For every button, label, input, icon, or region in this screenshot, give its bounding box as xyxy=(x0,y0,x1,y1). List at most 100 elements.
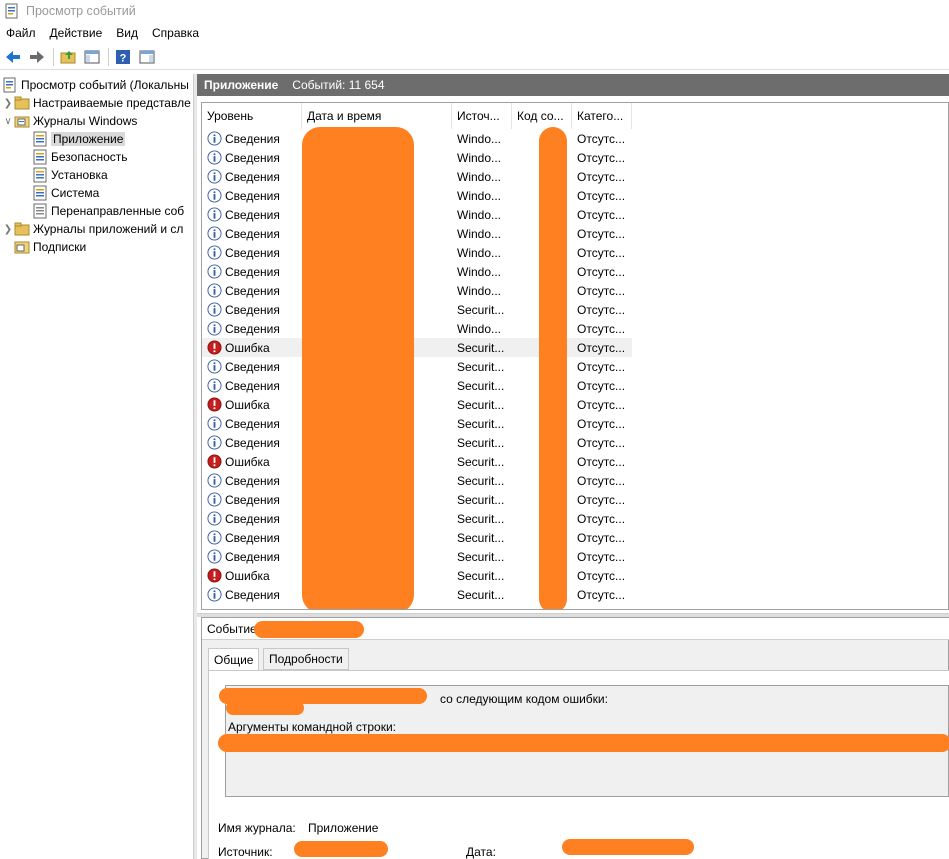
console-tree-icon xyxy=(84,50,100,63)
tree-item-label: Подписки xyxy=(33,240,87,254)
event-level: Сведения xyxy=(207,281,302,300)
event-row[interactable]: Сведения Securit... Отсутс... xyxy=(202,300,632,319)
menu-help[interactable]: Справка xyxy=(146,26,205,40)
event-level: Сведения xyxy=(207,186,302,205)
tree-item-security[interactable]: Безопасность xyxy=(20,148,193,166)
main-pane: Приложение Событий: 11 654 Уровень Дата … xyxy=(197,74,949,859)
event-row[interactable]: Сведения Windo... Отсутс... xyxy=(202,281,632,300)
event-source: Windo... xyxy=(457,283,502,298)
info-icon xyxy=(207,131,222,146)
column-header-source[interactable]: Источ... xyxy=(452,103,512,129)
event-row[interactable]: Сведения Securit... Отсутс... xyxy=(202,528,632,547)
event-row[interactable]: Ошибка Securit... Отсутс... xyxy=(202,566,632,585)
info-icon xyxy=(207,378,222,393)
event-row[interactable]: Ошибка Securit... Отсутс... xyxy=(202,395,632,414)
event-source: Securit... xyxy=(457,530,505,545)
event-category: Отсутс... xyxy=(577,264,626,279)
event-level: Ошибка xyxy=(207,452,302,471)
event-level-text: Сведения xyxy=(225,549,280,564)
event-row[interactable]: Сведения Securit... Отсутс... xyxy=(202,357,632,376)
tree-item-subscriptions[interactable]: Подписки xyxy=(2,238,193,256)
event-row[interactable]: Сведения Securit... Отсутс... xyxy=(202,376,632,395)
tree-item-windows-logs[interactable]: ∨ Журналы Windows xyxy=(2,112,193,130)
tree-item-system[interactable]: Система xyxy=(20,184,193,202)
event-category: Отсутс... xyxy=(577,568,626,583)
event-level: Сведения xyxy=(207,528,302,547)
error-icon xyxy=(207,454,222,469)
chevron-right-icon[interactable]: ❯ xyxy=(2,98,14,109)
event-row[interactable]: Сведения Windo... Отсутс... xyxy=(202,129,632,148)
event-category: Отсутс... xyxy=(577,359,626,374)
back-button[interactable] xyxy=(2,46,24,68)
tree-item-setup[interactable]: Установка xyxy=(20,166,193,184)
event-level-text: Сведения xyxy=(225,359,280,374)
tree-item-label: Перенаправленные соб xyxy=(51,204,185,218)
event-viewer-icon xyxy=(3,77,16,93)
event-source: Securit... xyxy=(457,492,505,507)
tree-item-application[interactable]: Приложение xyxy=(20,130,193,148)
event-row[interactable]: Сведения Securit... Отсутс... xyxy=(202,414,632,433)
event-row[interactable]: Сведения Windo... Отсутс... xyxy=(202,262,632,281)
tree-item-label: Настраиваемые представле xyxy=(33,96,191,110)
event-category: Отсутс... xyxy=(577,378,626,393)
info-icon xyxy=(207,264,222,279)
event-row[interactable]: Сведения Securit... Отсутс... xyxy=(202,490,632,509)
menu-action[interactable]: Действие xyxy=(44,26,109,40)
event-row[interactable]: Сведения Windo... Отсутс... xyxy=(202,148,632,167)
tab-details[interactable]: Подробности xyxy=(263,648,349,670)
chevron-down-icon[interactable]: ∨ xyxy=(2,116,14,127)
redaction-mark xyxy=(254,621,364,638)
tree-item-app-services-logs[interactable]: ❯ Журналы приложений и сл xyxy=(2,220,193,238)
title-bar: Просмотр событий xyxy=(0,0,949,22)
chevron-right-icon[interactable]: ❯ xyxy=(2,224,14,235)
tree-item-forwarded[interactable]: Перенаправленные соб xyxy=(20,202,193,220)
svg-text:?: ? xyxy=(120,52,127,64)
up-folder-button[interactable] xyxy=(57,46,79,68)
event-row[interactable]: Сведения Securit... Отсутс... xyxy=(202,471,632,490)
forward-button[interactable] xyxy=(26,46,48,68)
action-pane-button[interactable] xyxy=(136,46,158,68)
event-level: Сведения xyxy=(207,376,302,395)
event-row[interactable]: Сведения Windo... Отсутс... xyxy=(202,319,632,338)
menu-file[interactable]: Файл xyxy=(0,26,42,40)
event-row[interactable]: Сведения Securit... Отсутс... xyxy=(202,433,632,452)
menu-view[interactable]: Вид xyxy=(110,26,144,40)
event-row[interactable]: Сведения Windo... Отсутс... xyxy=(202,243,632,262)
redaction-mark xyxy=(302,127,414,609)
help-button[interactable]: ? xyxy=(112,46,134,68)
event-level: Сведения xyxy=(207,509,302,528)
event-row[interactable]: Ошибка Securit... Отсутс... xyxy=(202,452,632,471)
tree-item-label: Журналы приложений и сл xyxy=(33,222,184,236)
event-row[interactable]: Сведения Windo... Отсутс... xyxy=(202,186,632,205)
event-level-text: Ошибка xyxy=(225,397,270,412)
info-icon xyxy=(207,169,222,184)
info-icon xyxy=(207,435,222,450)
tree-item-label: Журналы Windows xyxy=(33,114,138,128)
event-row[interactable]: Сведения Windo... Отсутс... xyxy=(202,224,632,243)
log-header: Приложение Событий: 11 654 xyxy=(197,74,949,96)
tab-general[interactable]: Общие xyxy=(208,648,260,671)
tree-item-custom-views[interactable]: ❯ Настраиваемые представле xyxy=(2,94,193,112)
tree-root[interactable]: Просмотр событий (Локальны xyxy=(2,76,193,94)
log-icon xyxy=(33,149,47,165)
column-header-datetime[interactable]: Дата и время xyxy=(302,103,452,129)
tree-item-label: Установка xyxy=(51,168,108,182)
event-category: Отсутс... xyxy=(577,492,626,507)
column-header-level[interactable]: Уровень xyxy=(202,103,302,129)
event-row[interactable]: Сведения Securit... Отсутс... xyxy=(202,547,632,566)
event-source: Windo... xyxy=(457,226,502,241)
event-row[interactable]: Сведения Windo... Отсутс... xyxy=(202,167,632,186)
show-hide-tree-button[interactable] xyxy=(81,46,103,68)
event-level-text: Сведения xyxy=(225,473,280,488)
event-row[interactable]: Ошибка Securit... Отсутс... xyxy=(202,338,632,357)
column-header-event-id[interactable]: Код со... xyxy=(512,103,572,129)
event-row[interactable]: Сведения Windo... Отсутс... xyxy=(202,205,632,224)
event-row[interactable]: Сведения Securit... Отсутс... xyxy=(202,585,632,604)
column-header-category[interactable]: Катего... xyxy=(572,103,632,129)
event-level: Сведения xyxy=(207,148,302,167)
log-icon xyxy=(33,185,47,201)
event-level-text: Сведения xyxy=(225,530,280,545)
log-icon xyxy=(33,167,47,183)
log-icon xyxy=(33,131,47,147)
event-row[interactable]: Сведения Securit... Отсутс... xyxy=(202,509,632,528)
